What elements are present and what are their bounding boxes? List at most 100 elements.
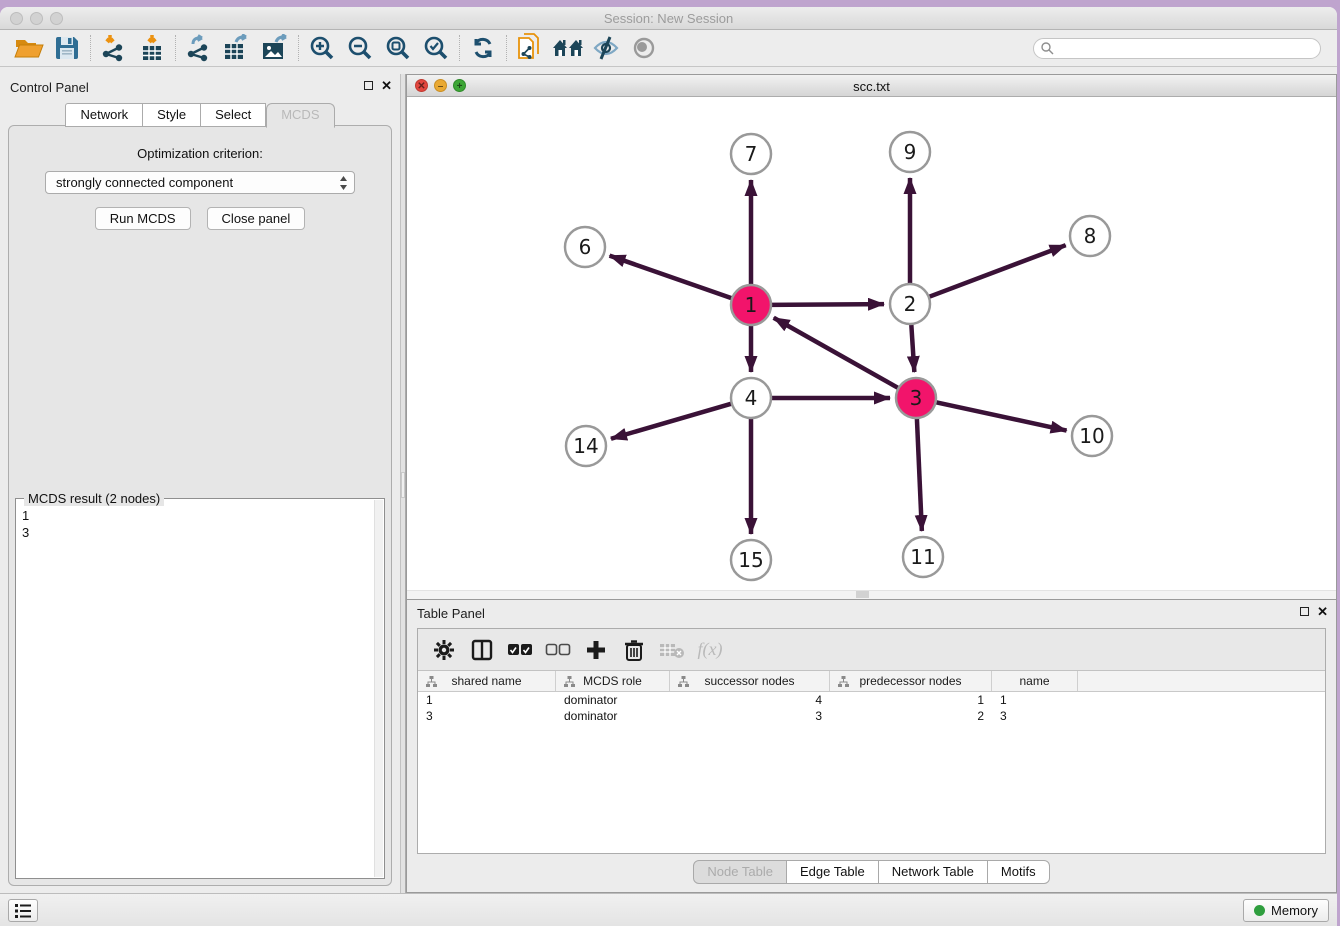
- column-header-MCDS-role[interactable]: MCDS role: [556, 671, 670, 691]
- task-history-button[interactable]: [8, 899, 38, 922]
- control-panel: Control Panel ✕ NetworkStyleSelectMCDS O…: [0, 74, 400, 893]
- graph-node-10[interactable]: 10: [1072, 416, 1112, 456]
- table-settings-button[interactable]: [428, 634, 460, 666]
- new-network-from-selection-button[interactable]: [511, 32, 549, 64]
- table-cell[interactable]: 2: [830, 708, 992, 724]
- graph-edge-3-11[interactable]: [917, 418, 922, 531]
- graph-edge-4-14[interactable]: [611, 404, 732, 439]
- graph-edge-3-10[interactable]: [936, 402, 1067, 430]
- export-network-button[interactable]: [180, 32, 218, 64]
- dropdown-value: strongly connected component: [56, 175, 339, 190]
- first-neighbors-button[interactable]: [549, 32, 587, 64]
- close-table-panel-icon[interactable]: ✕: [1317, 606, 1328, 617]
- zoom-out-icon: [347, 35, 373, 61]
- column-label: predecessor nodes: [859, 674, 961, 688]
- open-session-button[interactable]: [10, 32, 48, 64]
- mcds-result-text[interactable]: 1 3: [22, 507, 373, 876]
- table-cell[interactable]: dominator: [556, 692, 670, 708]
- tab-motifs[interactable]: Motifs: [988, 860, 1050, 884]
- hierarchy-icon: [426, 676, 437, 687]
- close-panel-icon[interactable]: ✕: [381, 80, 392, 91]
- tab-network-table[interactable]: Network Table: [879, 860, 988, 884]
- optimization-criterion-select[interactable]: strongly connected component: [45, 171, 355, 194]
- gear-icon: [433, 639, 455, 661]
- graph-node-9[interactable]: 9: [890, 132, 930, 172]
- tab-style[interactable]: Style: [143, 103, 201, 127]
- network-window: ✕ – + scc.txt 7 9 6 8 1 2 4 3 14 10 15 11: [406, 74, 1337, 600]
- select-all-button[interactable]: [504, 634, 536, 666]
- toggle-panel-layout-button[interactable]: [466, 634, 498, 666]
- close-panel-button[interactable]: Close panel: [207, 207, 306, 230]
- svg-text:11: 11: [910, 545, 935, 569]
- table-cell[interactable]: dominator: [556, 708, 670, 724]
- graph-edge-1-2[interactable]: [771, 304, 884, 305]
- delete-table-button[interactable]: [656, 634, 688, 666]
- zoom-selected-button[interactable]: [417, 32, 455, 64]
- refresh-button[interactable]: [464, 32, 502, 64]
- memory-button[interactable]: Memory: [1243, 899, 1329, 922]
- search-input[interactable]: [1054, 40, 1320, 57]
- tab-edge-table[interactable]: Edge Table: [787, 860, 879, 884]
- column-header-shared-name[interactable]: shared name: [418, 671, 556, 691]
- graph-node-1[interactable]: 1: [731, 285, 771, 325]
- graph-edge-1-6[interactable]: [610, 256, 733, 299]
- graph-node-14[interactable]: 14: [566, 426, 606, 466]
- table-panel: Table Panel ✕: [406, 600, 1337, 893]
- delete-column-button[interactable]: [618, 634, 650, 666]
- control-panel-header: Control Panel ✕: [0, 74, 400, 100]
- export-image-button[interactable]: [256, 32, 294, 64]
- table-row[interactable]: 1dominator411: [418, 692, 1325, 708]
- hide-selected-button[interactable]: [587, 32, 625, 64]
- network-resize-grip[interactable]: [856, 591, 869, 598]
- graph-node-6[interactable]: 6: [565, 227, 605, 267]
- column-header-successor-nodes[interactable]: successor nodes: [670, 671, 830, 691]
- import-table-button[interactable]: [133, 32, 171, 64]
- graph-node-3[interactable]: 3: [896, 378, 936, 418]
- graph-node-7[interactable]: 7: [731, 134, 771, 174]
- mcds-result-box: MCDS result (2 nodes) 1 3: [15, 498, 385, 879]
- graph-node-15[interactable]: 15: [731, 540, 771, 580]
- graph-edge-2-3[interactable]: [911, 324, 914, 372]
- show-all-button[interactable]: [625, 32, 663, 64]
- splitter-grip[interactable]: [401, 472, 405, 498]
- table-row[interactable]: 3dominator323: [418, 708, 1325, 724]
- column-header-name[interactable]: name: [992, 671, 1078, 691]
- table-cell[interactable]: 3: [670, 708, 830, 724]
- table-cell[interactable]: 3: [992, 708, 1078, 724]
- column-header-predecessor-nodes[interactable]: predecessor nodes: [830, 671, 992, 691]
- table-cell[interactable]: 4: [670, 692, 830, 708]
- hierarchy-icon: [564, 676, 575, 687]
- graph-node-2[interactable]: 2: [890, 284, 930, 324]
- graph-node-8[interactable]: 8: [1070, 216, 1110, 256]
- graph-node-11[interactable]: 11: [903, 537, 943, 577]
- function-builder-button[interactable]: f(x): [694, 634, 726, 666]
- control-panel-title: Control Panel: [10, 80, 89, 95]
- result-scrollbar[interactable]: [374, 500, 383, 877]
- add-column-button[interactable]: [580, 634, 612, 666]
- table-cell[interactable]: 3: [418, 708, 556, 724]
- import-network-button[interactable]: [95, 32, 133, 64]
- tab-node-table[interactable]: Node Table: [693, 860, 787, 884]
- export-table-button[interactable]: [218, 32, 256, 64]
- deselect-all-button[interactable]: [542, 634, 574, 666]
- table-cell[interactable]: 1: [992, 692, 1078, 708]
- zoom-out-button[interactable]: [341, 32, 379, 64]
- fit-content-button[interactable]: [379, 32, 417, 64]
- zoom-in-icon: [309, 35, 335, 61]
- graph-node-4[interactable]: 4: [731, 378, 771, 418]
- table-cell[interactable]: 1: [418, 692, 556, 708]
- search-box: [1033, 38, 1321, 59]
- network-canvas[interactable]: 7 9 6 8 1 2 4 3 14 10 15 11: [407, 97, 1336, 599]
- graph-edge-2-8[interactable]: [929, 245, 1066, 297]
- zoom-in-button[interactable]: [303, 32, 341, 64]
- network-window-titlebar: ✕ – + scc.txt: [407, 75, 1336, 97]
- run-mcds-button[interactable]: Run MCDS: [95, 207, 191, 230]
- save-session-button[interactable]: [48, 32, 86, 64]
- tab-mcds[interactable]: MCDS: [266, 103, 334, 128]
- table-cell[interactable]: 1: [830, 692, 992, 708]
- tab-select[interactable]: Select: [201, 103, 266, 127]
- tab-network[interactable]: Network: [65, 103, 143, 127]
- float-panel-icon[interactable]: [364, 81, 373, 90]
- graph-edge-3-1[interactable]: [774, 318, 899, 388]
- float-table-panel-icon[interactable]: [1300, 607, 1309, 616]
